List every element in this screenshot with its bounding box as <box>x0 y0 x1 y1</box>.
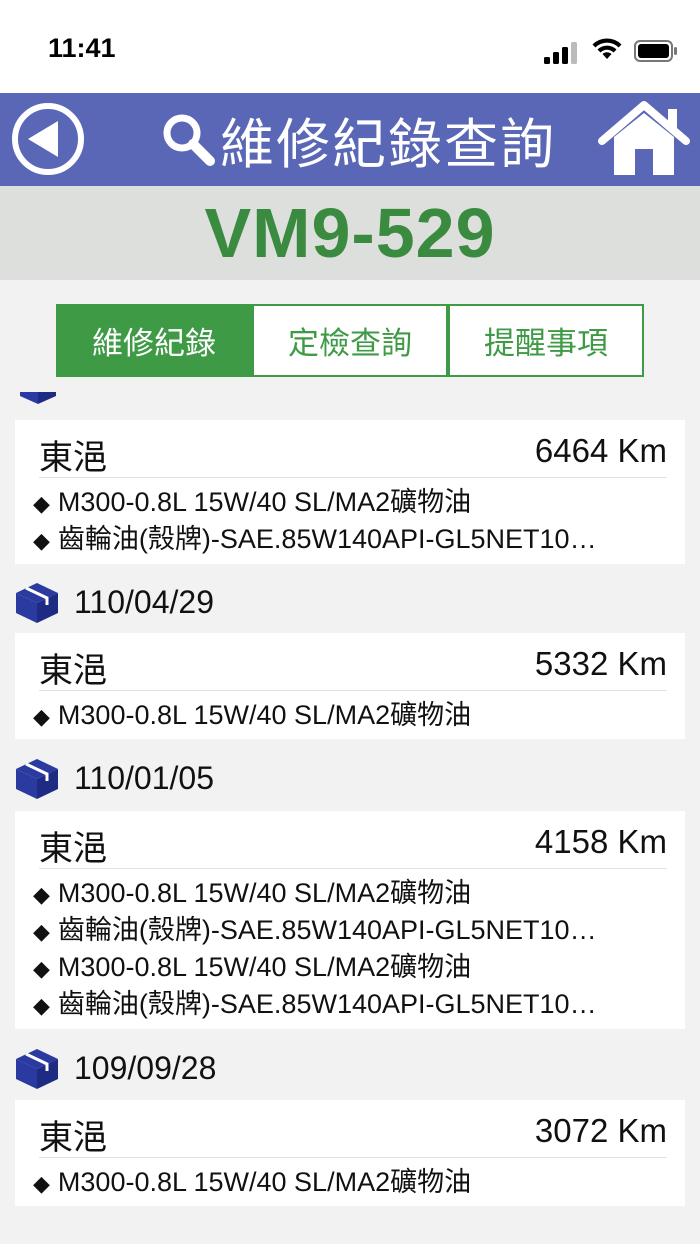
status-time: 11:41 <box>48 33 116 63</box>
record-card[interactable]: 東浥 4158 Km ◆ M300-0.8L 15W/40 SL/MA2礦物油 ◆… <box>15 811 685 1029</box>
record-item: ◆ M300-0.8L 15W/40 SL/MA2礦物油 <box>33 878 472 908</box>
wifi-icon <box>592 38 622 59</box>
back-button[interactable] <box>10 101 86 177</box>
record-item: ◆ 齒輪油(殼牌)-SAE.85W140API-GL5NET10… <box>33 524 597 554</box>
record-items: ◆ M300-0.8L 15W/40 SL/MA2礦物油 ◆ 齒輪油(殼牌)-SAE… <box>15 478 685 558</box>
record-header: 東浥 5332 Km <box>39 633 667 691</box>
record-location: 東浥 <box>39 438 107 478</box>
bullet-icon: ◆ <box>33 882 50 907</box>
record-items: ◆ M300-0.8L 15W/40 SL/MA2礦物油 ◆ 齒輪油(殼牌)-SAE… <box>15 869 685 1023</box>
status-icons <box>528 38 678 64</box>
record-date-row: 110/01/05 <box>12 754 214 802</box>
record-mileage: 4158 Km <box>534 823 667 860</box>
package-box-icon <box>16 392 60 408</box>
cellular-signal-icon <box>544 42 577 64</box>
record-mileage: 3072 Km <box>534 1112 667 1149</box>
record-item: ◆ M300-0.8L 15W/40 SL/MA2礦物油 <box>33 952 472 982</box>
package-box-icon <box>16 759 58 799</box>
record-mileage: 6464 Km <box>534 432 667 469</box>
plate-band: VM9-529 <box>0 186 700 280</box>
record-card[interactable]: 東浥 5332 Km ◆ M300-0.8L 15W/40 SL/MA2礦物油 <box>15 633 685 739</box>
bullet-icon: ◆ <box>33 704 50 729</box>
plate-number: VM9-529 <box>204 194 496 272</box>
bullet-icon: ◆ <box>33 993 50 1018</box>
record-item: ◆ M300-0.8L 15W/40 SL/MA2礦物油 <box>33 487 472 517</box>
bullet-icon: ◆ <box>33 1171 50 1196</box>
record-item: ◆ 齒輪油(殼牌)-SAE.85W140API-GL5NET10… <box>33 915 597 945</box>
records-list[interactable]: 東浥 6464 Km ◆ M300-0.8L 15W/40 SL/MA2礦物油 ◆… <box>0 378 700 1244</box>
record-item: ◆ 齒輪油(殼牌)-SAE.85W140API-GL5NET10… <box>33 989 597 1019</box>
tab-inspection-query[interactable]: 定檢查詢 <box>252 304 448 377</box>
record-header: 東浥 4158 Km <box>39 811 667 869</box>
record-date: 110/01/05 <box>74 759 214 796</box>
record-date: 110/04/29 <box>74 583 214 620</box>
record-card[interactable]: 東浥 3072 Km ◆ M300-0.8L 15W/40 SL/MA2礦物油 <box>15 1100 685 1206</box>
page-title-text: 維修紀錄查詢 <box>220 112 556 176</box>
bullet-icon: ◆ <box>33 491 50 516</box>
record-mileage: 5332 Km <box>534 645 667 682</box>
bullet-icon: ◆ <box>33 956 50 981</box>
page-title: 維修紀錄查詢 <box>160 103 556 176</box>
package-box-icon <box>16 1049 58 1089</box>
battery-icon <box>634 40 677 62</box>
record-item: ◆ M300-0.8L 15W/40 SL/MA2礦物油 <box>33 700 472 730</box>
tab-maintenance-records[interactable]: 維修紀錄 <box>56 304 252 377</box>
status-bar: 11:41 <box>0 0 700 93</box>
record-items: ◆ M300-0.8L 15W/40 SL/MA2礦物油 <box>15 1158 685 1201</box>
back-arrow-icon <box>12 103 84 175</box>
tab-bar: 維修紀錄 定檢查詢 提醒事項 <box>56 304 644 377</box>
record-card[interactable]: 東浥 6464 Km ◆ M300-0.8L 15W/40 SL/MA2礦物油 ◆… <box>15 420 685 564</box>
bullet-icon: ◆ <box>33 528 50 553</box>
record-date-row: 109/09/28 <box>12 1044 216 1092</box>
nav-bar: 維修紀錄查詢 <box>0 93 700 186</box>
record-item: ◆ M300-0.8L 15W/40 SL/MA2礦物油 <box>33 1167 472 1197</box>
record-header: 東浥 6464 Km <box>39 420 667 478</box>
package-box-icon <box>16 583 58 623</box>
record-location: 東浥 <box>39 1118 107 1158</box>
record-date: 109/09/28 <box>74 1049 217 1086</box>
record-location: 東浥 <box>39 651 107 691</box>
search-icon <box>163 114 215 166</box>
record-date-row: 110/04/29 <box>12 578 214 626</box>
home-icon <box>598 101 690 175</box>
home-button[interactable] <box>598 99 690 179</box>
record-items: ◆ M300-0.8L 15W/40 SL/MA2礦物油 <box>15 691 685 734</box>
record-location: 東浥 <box>39 829 107 869</box>
record-header: 東浥 3072 Km <box>39 1100 667 1158</box>
tab-reminders[interactable]: 提醒事項 <box>448 304 644 377</box>
bullet-icon: ◆ <box>33 919 50 944</box>
